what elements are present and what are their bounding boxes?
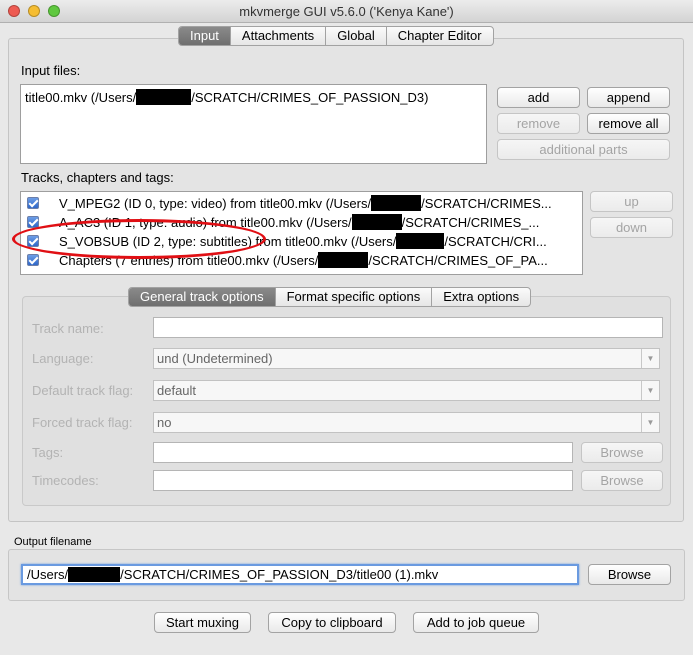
chevron-down-icon: ▼ [641,413,659,432]
tab-general-track-options[interactable]: General track options [129,288,276,306]
start-muxing-button[interactable]: Start muxing [154,612,251,633]
track-label-suffix: /SCRATCH/CRIMES_... [401,215,540,230]
timecodes-label: Timecodes: [32,473,99,488]
default-track-flag-value: default [157,383,197,398]
tab-extra-options[interactable]: Extra options [432,288,530,306]
track-label-suffix: /SCRATCH/CRIMES... [421,196,552,211]
forced-track-flag-select[interactable]: no ▼ [153,412,660,433]
forced-track-flag-label: Forced track flag: [32,415,133,430]
forced-track-flag-value: no [157,415,172,430]
default-track-flag-select[interactable]: default ▼ [153,380,660,401]
file-item[interactable]: title00.mkv (/Users/ /SCRATCH/CRIMES_OF_P… [25,89,428,105]
input-files-label: Input files: [21,63,81,78]
output-filename-input[interactable]: /Users/ /SCRATCH/CRIMES_OF_PASSION_D3/tit… [21,564,579,585]
tags-browse-button[interactable]: Browse [581,442,663,463]
track-name-input[interactable] [153,317,663,338]
additional-parts-button[interactable]: additional parts [497,139,670,160]
redaction-box [371,195,422,211]
append-button[interactable]: append [587,87,670,108]
file-item-suffix: /SCRATCH/CRIMES_OF_PASSION_D3) [191,90,429,105]
output-path-suffix: /SCRATCH/CRIMES_OF_PASSION_D3/title00 (1… [120,567,439,582]
main-tab-bar: Input Attachments Global Chapter Editor [178,26,494,46]
window-title: mkvmerge GUI v5.6.0 ('Kenya Kane') [239,4,454,19]
track-up-button[interactable]: up [590,191,673,212]
remove-button[interactable]: remove [497,113,580,134]
tags-input[interactable] [153,442,573,463]
redaction-box [396,233,445,249]
add-button[interactable]: add [497,87,580,108]
redaction-box [351,214,402,230]
chevron-down-icon: ▼ [641,381,659,400]
track-down-button[interactable]: down [590,217,673,238]
title-bar: mkvmerge GUI v5.6.0 ('Kenya Kane') [0,0,693,23]
redaction-box [318,252,369,268]
remove-all-button[interactable]: remove all [587,113,670,134]
tab-format-specific-options[interactable]: Format specific options [276,288,433,306]
language-select[interactable]: und (Undetermined) ▼ [153,348,660,369]
annotation-ellipse [12,219,266,259]
track-label-prefix: V_MPEG2 (ID 0, type: video) from title00… [59,196,372,211]
tab-input[interactable]: Input [179,27,231,45]
track-label-suffix: /SCRATCH/CRI... [444,234,547,249]
track-name-label: Track name: [32,321,104,336]
language-value: und (Undetermined) [157,351,273,366]
output-browse-button[interactable]: Browse [588,564,671,585]
add-to-job-queue-button[interactable]: Add to job queue [413,612,539,633]
file-item-prefix: title00.mkv (/Users/ [25,90,137,105]
tags-label: Tags: [32,445,64,460]
track-label-suffix: /SCRATCH/CRIMES_OF_PA... [368,253,548,268]
tab-chapter-editor[interactable]: Chapter Editor [387,27,493,45]
tab-attachments[interactable]: Attachments [231,27,327,45]
input-files-list[interactable]: title00.mkv (/Users/ /SCRATCH/CRIMES_OF_P… [20,84,487,164]
language-label: Language: [32,351,94,366]
tab-global[interactable]: Global [326,27,387,45]
track-options-tab-bar: General track options Format specific op… [128,287,532,307]
tracks-label: Tracks, chapters and tags: [21,170,174,185]
default-track-flag-label: Default track flag: [32,383,134,398]
output-path-prefix: /Users/ [27,567,69,582]
timecodes-browse-button[interactable]: Browse [581,470,663,491]
timecodes-input[interactable] [153,470,573,491]
copy-to-clipboard-button[interactable]: Copy to clipboard [268,612,396,633]
output-filename-label: Output filename [14,536,92,548]
redaction-box [68,567,121,582]
redaction-box [136,89,192,105]
track-checkbox[interactable] [27,197,39,209]
track-checkbox[interactable] [27,254,39,266]
chevron-down-icon: ▼ [641,349,659,368]
